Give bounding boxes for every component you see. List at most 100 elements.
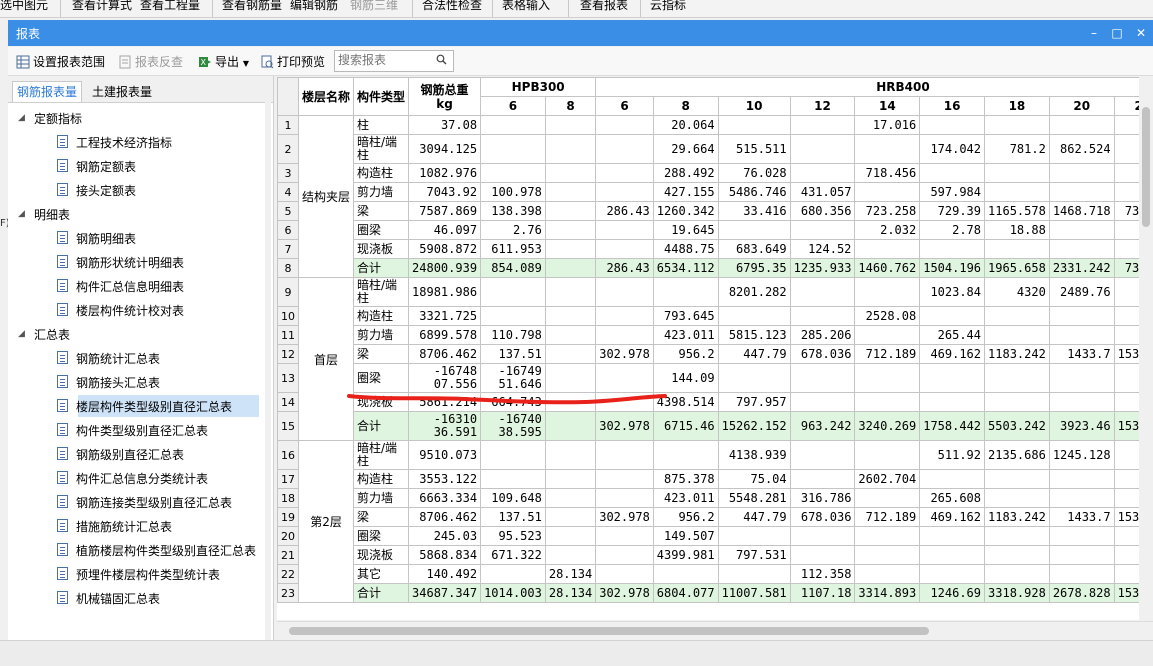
weight-cell: 1245.128 [1048,440,1115,470]
horizontal-scrollbar[interactable] [277,621,1153,640]
collapse-toggle-icon[interactable]: ◢ [18,113,25,123]
weight-cell [595,545,654,565]
weight-cell: 3314.893 [854,583,921,603]
total-weight-cell: 6899.578 [408,325,482,345]
table-row: 9 首层 暗柱/端柱 18981.986 8201.282 1023.84 4320 2489… [277,277,1139,441]
tree-item[interactable]: 构件汇总信息明细表 [76,278,184,295]
weight-cell [984,306,1050,326]
weight-cell [544,201,597,221]
minimize-button[interactable]: – [1084,23,1104,43]
tab-rebar-report[interactable]: 钢筋报表量 [12,81,83,102]
tree-item[interactable]: 钢筋接头汇总表 [76,374,160,391]
weight-cell: 302.978 [595,583,654,603]
tree-item[interactable]: 构件汇总信息分类统计表 [76,470,208,487]
total-weight-cell: 34687.347 [408,583,482,603]
menu-view-rebar[interactable]: 查看钢筋量 [222,0,282,13]
tree-item[interactable]: 钢筋形状统计明细表 [76,254,184,271]
weight-cell: 5503.242 [984,411,1050,441]
tree-item[interactable]: 楼层构件统计校对表 [76,302,184,319]
row-number: 3 [277,163,299,183]
tree-item[interactable]: 钢筋连接类型级别直径汇总表 [76,494,232,511]
tree-item[interactable]: 构件类型级别直径汇总表 [76,422,208,439]
header-diameter-hrb400: 12 [789,96,856,116]
tree-item[interactable]: 钢筋级别直径汇总表 [76,446,184,463]
report-document-icon [57,135,68,148]
total-weight-cell: 5908.872 [408,239,482,259]
export-dropdown[interactable]: X 导出 ▼ [198,53,249,70]
menu-rebar-3d[interactable]: 钢筋三维 [350,0,398,13]
close-button[interactable]: ✕ [1131,23,1151,43]
report-document-icon [57,423,68,436]
splitter[interactable] [265,76,271,640]
weight-cell: 6804.077 [652,583,719,603]
weight-cell [984,564,1050,584]
weight-cell [919,363,986,393]
weight-cell: 286.43 [595,258,654,278]
weight-cell: 1758.442 [919,411,986,441]
menu-view-report[interactable]: 查看报表 [580,0,628,13]
weight-cell [984,545,1050,565]
set-range-button[interactable]: 设置报表范围 [16,53,105,70]
tab-civil-report[interactable]: 土建报表量 [88,82,156,102]
weight-cell [1048,363,1115,393]
report-toolbar: 设置报表范围 报表反查 X 导出 ▼ 打印预览 [8,47,1153,76]
tree-item[interactable]: 预埋件楼层构件类型统计表 [76,566,220,583]
weight-cell [1048,220,1115,240]
weight-cell: 286.43 [595,201,654,221]
weight-cell [1113,306,1139,326]
menu-table-input[interactable]: 表格输入 [502,0,550,13]
weight-cell: 963.242 [789,411,856,441]
collapse-toggle-icon[interactable]: ◢ [18,209,25,219]
search-input[interactable] [335,51,428,69]
table-row: 3 构造柱 1082.976 288.492 76.028 718.456 [277,163,1139,183]
excel-export-icon: X [199,57,211,67]
weight-cell [480,306,546,326]
header-total-label: 钢筋总重 [420,82,469,97]
weight-cell: 4138.939 [717,440,791,470]
tree-group-label[interactable]: 明细表 [34,206,70,223]
tree-group-label[interactable]: 汇总表 [34,326,70,343]
weight-cell: 110.798 [480,325,546,345]
table-row: 8 合计 24800.939 854.089 286.43 6534.112 6795.35… [277,258,1139,278]
tree-item[interactable]: 楼层构件类型级别直径汇总表 [76,398,232,415]
table-row: 12 梁 8706.462 137.51 302.978 956.2 447.79 678.0… [277,344,1139,364]
maximize-button[interactable]: □ [1107,23,1127,43]
weight-cell: 862.524 [1048,134,1115,164]
search-icon[interactable] [436,54,447,65]
tree-item[interactable]: 措施筋统计汇总表 [76,518,172,535]
menu-view-quantity[interactable]: 查看工程量 [140,0,200,13]
weight-cell [595,115,654,135]
tree-item[interactable]: 接头定额表 [76,182,136,199]
tree-item[interactable]: 机械锚固汇总表 [76,590,160,607]
menu-view-formula[interactable]: 查看计算式 [72,0,132,13]
tree-item[interactable]: 钢筋明细表 [76,230,136,247]
header-component-type: 构件类型 [353,77,410,116]
collapse-toggle-icon[interactable]: ◢ [18,329,25,339]
menu-validity-check[interactable]: 合法性检查 [422,0,482,13]
weight-cell [854,488,921,508]
horizontal-scroll-thumb[interactable] [289,627,929,635]
print-preview-button[interactable]: 打印预览 [260,53,325,70]
tree-group-label[interactable]: 定额指标 [34,110,82,127]
reverse-lookup-button[interactable]: 报表反查 [118,53,183,70]
row-number: 11 [277,325,299,345]
menu-edit-rebar[interactable]: 编辑钢筋 [290,0,338,13]
weight-cell: 265.44 [919,325,986,345]
weight-cell: 20.064 [652,115,719,135]
cell-value: -1631036.591 [433,412,478,439]
menu-cloud-index[interactable]: 云指标 [650,0,686,13]
header-grade-hpb300: HPB300 [480,77,597,97]
tree-item[interactable]: 工程技术经济指标 [76,134,172,151]
vertical-scroll-thumb[interactable] [1142,107,1150,227]
weight-cell: 6795.35 [717,258,791,278]
row-number: 15 [277,411,299,441]
tree-item[interactable]: 钢筋统计汇总表 [76,350,160,367]
weight-cell [1113,277,1139,307]
weight-cell [1113,182,1139,202]
tree-item[interactable]: 植筋楼层构件类型级别直径汇总表 [76,542,256,559]
vertical-scrollbar[interactable] [1139,77,1153,620]
menu-select-element[interactable]: 选中图元 [0,0,48,13]
weight-cell [1113,526,1139,546]
tree-item[interactable]: 钢筋定额表 [76,158,136,175]
table-row: 22 其它 140.492 28.134 112.358 [277,564,1139,584]
